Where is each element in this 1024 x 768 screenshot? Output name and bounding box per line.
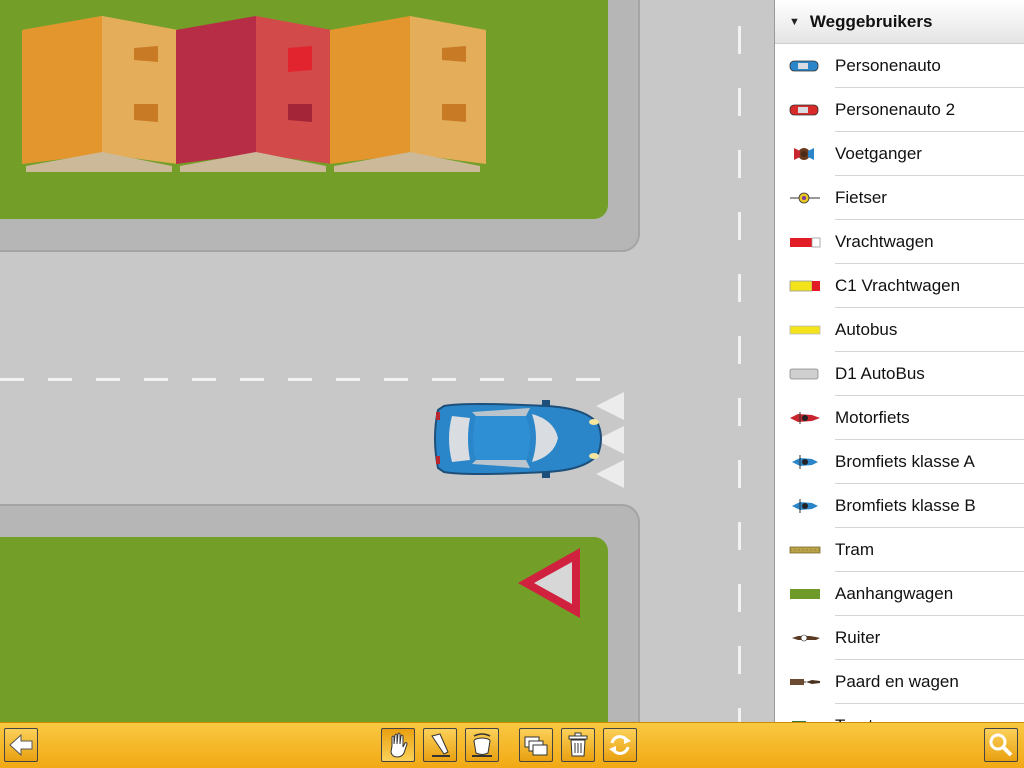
moped-b-icon	[775, 484, 835, 528]
house-orange-right[interactable]	[330, 14, 486, 172]
bus-icon	[775, 308, 835, 352]
search-icon[interactable]	[984, 728, 1018, 762]
lane-dash	[480, 378, 504, 381]
layers-icon[interactable]	[519, 728, 553, 762]
lane-dash	[288, 378, 312, 381]
road-user-label: Paard en wagen	[835, 672, 959, 691]
road-user-label: Tram	[835, 540, 875, 559]
lane-dash	[576, 378, 600, 381]
lane-dash	[738, 460, 741, 488]
tractor-icon	[775, 704, 835, 722]
road-user-label: Motorfiets	[835, 408, 910, 427]
lane-dash	[738, 646, 741, 674]
road-user-label: Bromfiets klasse B	[835, 496, 976, 515]
road-user-label: Bromfiets klasse A	[835, 452, 975, 471]
road-user-label: D1 AutoBus	[835, 364, 925, 383]
lane-dash	[96, 378, 120, 381]
road-user-item[interactable]: Autobus	[775, 308, 1024, 352]
d1-bus-icon	[775, 352, 835, 396]
lane-dash	[738, 212, 741, 240]
truck-icon	[775, 220, 835, 264]
road-user-item[interactable]: Voetganger	[775, 132, 1024, 176]
road-user-label: Personenauto 2	[835, 100, 956, 119]
horse-cart-icon	[775, 660, 835, 704]
trailer-icon	[775, 572, 835, 616]
lane-dash	[738, 522, 741, 550]
road-user-item[interactable]: Ruiter	[775, 616, 1024, 660]
tram-icon	[775, 528, 835, 572]
hand-icon[interactable]	[381, 728, 415, 762]
lane-dash	[738, 336, 741, 364]
lane-dash	[738, 26, 741, 54]
trash-icon[interactable]	[561, 728, 595, 762]
lane-dash	[738, 584, 741, 612]
lane-dash	[0, 378, 24, 381]
road-user-item[interactable]: Bromfiets klasse B	[775, 484, 1024, 528]
road-user-label: Aanhangwagen	[835, 584, 954, 603]
road-user-item[interactable]: Personenauto 2	[775, 88, 1024, 132]
road-user-item[interactable]: Personenauto	[775, 44, 1024, 88]
road-users-panel: ▼ Weggebruikers Personenauto Personenauto…	[774, 0, 1024, 722]
bottom-toolbar	[0, 722, 1024, 768]
road-user-label: Vrachtwagen	[835, 232, 934, 251]
road-user-label: Fietser	[835, 188, 887, 207]
panel-title: Weggebruikers	[809, 11, 933, 31]
road-user-item[interactable]: Tram	[775, 528, 1024, 572]
lane-dash	[528, 378, 552, 381]
lane-dash	[384, 378, 408, 381]
road-user-label: C1 Vrachtwagen	[835, 276, 961, 295]
road-user-item[interactable]: Vrachtwagen	[775, 220, 1024, 264]
motorcycle-icon	[775, 396, 835, 440]
road-user-label: Voetganger	[835, 144, 922, 163]
road-user-item[interactable]: Motorfiets	[775, 396, 1024, 440]
road-user-item[interactable]: Tractor	[775, 704, 1024, 722]
caret-down-icon: ▼	[789, 15, 800, 28]
bucket-icon[interactable]	[465, 728, 499, 762]
road-map-canvas[interactable]	[0, 0, 775, 722]
lane-dash	[240, 378, 264, 381]
road-user-label: Personenauto	[835, 56, 941, 75]
panel-header[interactable]: ▼ Weggebruikers	[775, 0, 1024, 44]
road-user-item[interactable]: Fietser	[775, 176, 1024, 220]
lane-dash	[192, 378, 216, 381]
moped-a-icon	[775, 440, 835, 484]
cyclist-icon	[775, 176, 835, 220]
horse-rider-icon	[775, 616, 835, 660]
road-user-item[interactable]: Bromfiets klasse A	[775, 440, 1024, 484]
lane-dash	[48, 378, 72, 381]
blue-car-vehicle[interactable]	[426, 398, 606, 485]
road-user-item[interactable]: D1 AutoBus	[775, 352, 1024, 396]
road-user-item[interactable]: Paard en wagen	[775, 660, 1024, 704]
house-orange-left[interactable]	[22, 14, 178, 172]
house-red-middle[interactable]	[176, 14, 332, 172]
blue-car-icon	[775, 44, 835, 88]
lane-dash	[336, 378, 360, 381]
lane-dash	[738, 88, 741, 116]
road-user-label: Ruiter	[835, 628, 881, 647]
lane-dash	[432, 378, 456, 381]
lane-dash	[144, 378, 168, 381]
pedestrian-icon	[775, 132, 835, 176]
road-user-list: Personenauto Personenauto 2 Voetganger Fiet…	[775, 44, 1024, 722]
back-arrow-icon[interactable]	[4, 728, 38, 762]
rotate-icon[interactable]	[603, 728, 637, 762]
lane-dash	[738, 398, 741, 426]
lane-dash	[738, 708, 741, 722]
c1-truck-icon	[775, 264, 835, 308]
red-car-icon	[775, 88, 835, 132]
road-user-label: Autobus	[835, 320, 898, 339]
road-user-item[interactable]: Aanhangwagen	[775, 572, 1024, 616]
lane-dash	[738, 274, 741, 302]
yield-sign-icon[interactable]	[514, 544, 586, 627]
pen-icon[interactable]	[423, 728, 457, 762]
lane-dash	[738, 150, 741, 178]
road-user-item[interactable]: C1 Vrachtwagen	[775, 264, 1024, 308]
